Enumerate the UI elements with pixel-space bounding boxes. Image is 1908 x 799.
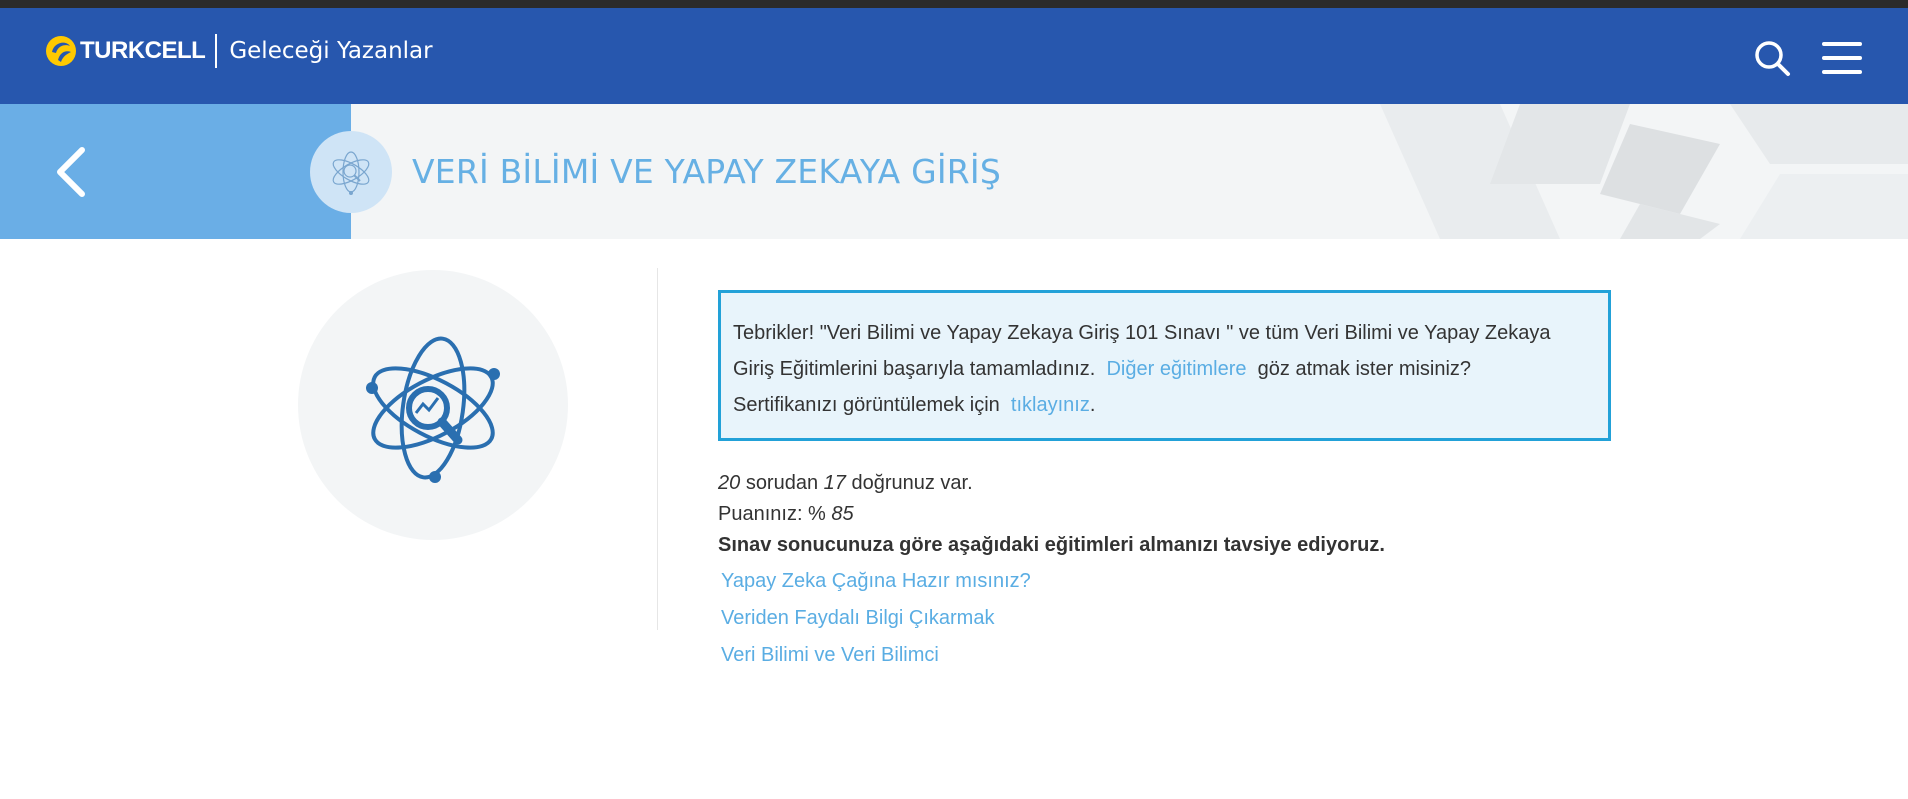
- search-icon[interactable]: [1752, 38, 1792, 78]
- brand-name: TURKCELL: [80, 37, 206, 64]
- content-divider: [657, 268, 658, 630]
- completion-notice: Tebrikler! "Veri Bilimi ve Yapay Zekaya …: [718, 290, 1611, 441]
- recommended-course-link[interactable]: Yapay Zeka Çağına Hazır mısınız?: [721, 563, 1031, 600]
- course-title: VERİ BİLİMİ VE YAPAY ZEKAYA GİRİŞ: [412, 152, 1001, 191]
- atom-analytics-icon: [332, 151, 370, 195]
- atom-analytics-icon: [366, 336, 500, 483]
- course-image: [298, 270, 568, 540]
- score-label: Puanınız: %: [718, 503, 826, 525]
- recommended-courses-list: Yapay Zeka Çağına Hazır mısınız? Veriden…: [721, 563, 1031, 674]
- turkcell-logo-icon: [46, 36, 76, 66]
- notice-text-4: .: [1089, 394, 1096, 416]
- logo-divider: [215, 34, 218, 68]
- recommendation-text: Sınav sonucunuza göre aşağıdaki eğitimle…: [718, 534, 1385, 556]
- recommended-course-link[interactable]: Veriden Faydalı Bilgi Çıkarmak: [721, 600, 1031, 637]
- banner-decoration: [1380, 104, 1908, 239]
- banner-back-panel: [0, 104, 351, 239]
- chevron-left-icon[interactable]: [50, 144, 94, 200]
- total-questions: 20: [718, 472, 741, 494]
- recommended-course-link[interactable]: Veri Bilimi ve Veri Bilimci: [721, 637, 1031, 674]
- site-header: TURKCELL Geleceği Yazanlar: [0, 8, 1908, 104]
- score-line: Puanınız: % 85: [718, 499, 1385, 530]
- score-summary: 20 sorudan 17 doğrunuz var.: [718, 468, 1385, 499]
- course-badge: [310, 131, 392, 213]
- certificate-link[interactable]: tıklayınız: [1011, 394, 1090, 416]
- notice-text-3: Sertifikanızı görüntülemek için: [733, 394, 1000, 416]
- course-banner: VERİ BİLİMİ VE YAPAY ZEKAYA GİRİŞ: [0, 104, 1908, 239]
- correct-answers: 17: [823, 472, 846, 494]
- exam-results: 20 sorudan 17 doğrunuz var. Puanınız: % …: [718, 468, 1385, 561]
- site-subtitle: Geleceği Yazanlar: [229, 38, 433, 64]
- questions-text: sorudan: [745, 472, 819, 494]
- browser-top-bar: [0, 0, 1908, 8]
- other-courses-link[interactable]: Diğer eğitimlere: [1106, 358, 1246, 380]
- notice-text-2: göz atmak ister misiniz?: [1257, 358, 1472, 380]
- hamburger-menu-icon[interactable]: [1820, 38, 1864, 78]
- turkcell-logo[interactable]: TURKCELL Geleceği Yazanlar: [44, 34, 433, 68]
- correct-text: doğrunuz var.: [851, 472, 973, 494]
- score-value: 85: [831, 503, 854, 525]
